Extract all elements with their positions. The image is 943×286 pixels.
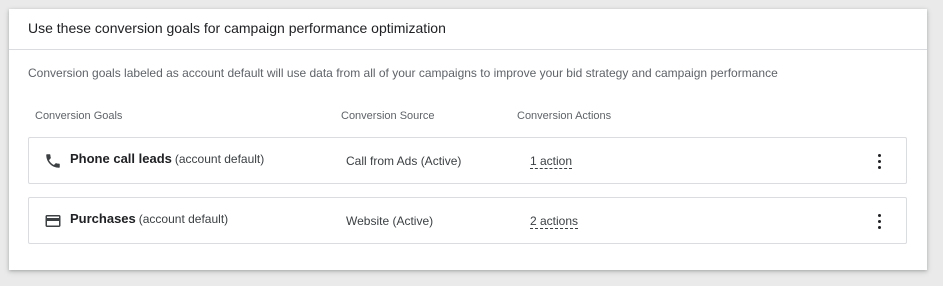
more-options-button[interactable] — [867, 210, 891, 232]
goal-name: Purchases (account default) — [70, 211, 228, 226]
more-vert-icon-dot — [877, 219, 881, 223]
column-header-source: Conversion Source — [341, 110, 435, 122]
goal-name: Phone call leads (account default) — [70, 151, 264, 166]
goal-name-text: Purchases — [70, 211, 136, 226]
column-header-goals: Conversion Goals — [35, 110, 123, 122]
conversion-source: Call from Ads (Active) — [346, 154, 462, 168]
more-vert-icon-dot — [877, 165, 881, 169]
account-default-tag: (account default) — [174, 152, 265, 166]
more-vert-icon-dot — [877, 153, 881, 157]
account-default-tag: (account default) — [138, 212, 229, 226]
card-description: Conversion goals labeled as account defa… — [28, 66, 778, 80]
credit-card-icon — [44, 212, 62, 230]
conversion-source: Website (Active) — [346, 214, 434, 228]
goal-row-purchases: Purchases (account default) Website (Acti… — [28, 197, 907, 244]
column-header-actions: Conversion Actions — [517, 110, 612, 122]
conversion-actions-link[interactable]: 1 action — [530, 154, 573, 169]
more-vert-icon-dot — [877, 225, 881, 229]
conversion-actions-link[interactable]: 2 actions — [530, 214, 579, 229]
card-title: Use these conversion goals for campaign … — [9, 9, 927, 50]
goal-name-text: Phone call leads — [70, 151, 172, 166]
phone-icon — [44, 152, 62, 170]
more-vert-icon-dot — [877, 159, 881, 163]
goal-row-phone-call-leads: Phone call leads (account default) Call f… — [28, 137, 907, 184]
conversion-goals-card: Use these conversion goals for campaign … — [9, 9, 927, 270]
more-vert-icon-dot — [877, 213, 881, 217]
more-options-button[interactable] — [867, 150, 891, 172]
